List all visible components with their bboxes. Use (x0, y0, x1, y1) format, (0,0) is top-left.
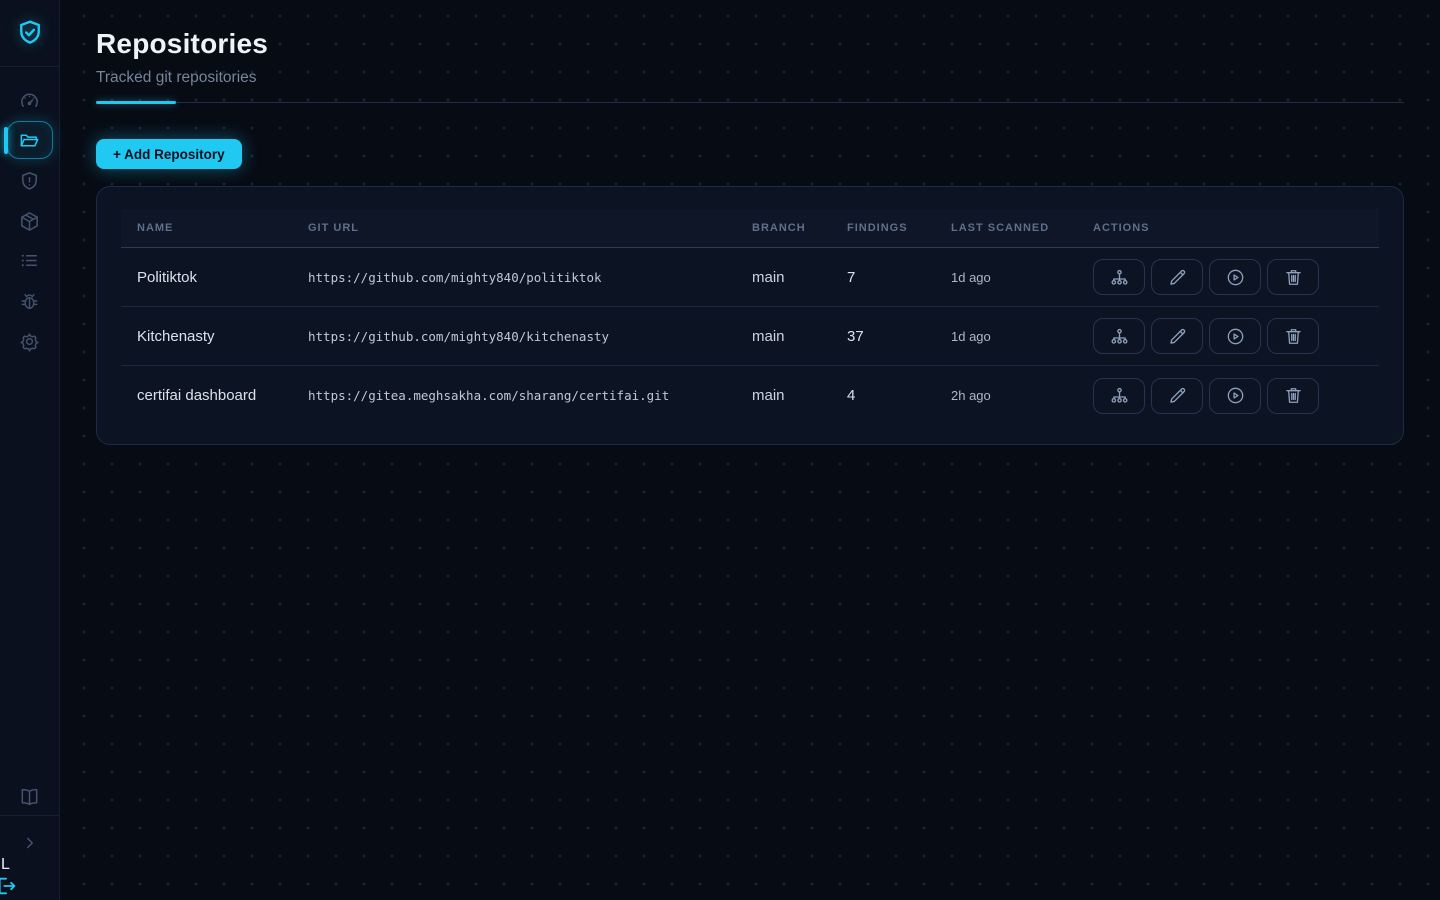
edit-icon (1167, 385, 1188, 406)
repo-findings: 7 (831, 269, 935, 286)
delete-repository-button[interactable] (1267, 378, 1319, 414)
sidebar-item-findings[interactable] (7, 241, 53, 279)
table-row: Politiktok https://github.com/mighty840/… (121, 248, 1379, 307)
run-scan-icon (1225, 326, 1246, 347)
main-content: Repositories Tracked git repositories + … (60, 0, 1440, 900)
run-scan-icon (1225, 385, 1246, 406)
column-header-actions: ACTIONS (1077, 222, 1379, 234)
title-divider-accent (96, 101, 176, 104)
repo-last-scanned: 2h ago (935, 388, 1077, 403)
run-scan-button[interactable] (1209, 378, 1261, 414)
book-icon (18, 786, 41, 809)
repo-branch: main (736, 328, 831, 345)
logout-button[interactable] (0, 874, 21, 898)
repo-name: certifai dashboard (121, 387, 292, 404)
sidebar-item-packages[interactable] (7, 202, 53, 240)
column-header-last-scanned: LAST SCANNED (935, 222, 1077, 234)
sidebar-item-settings[interactable] (7, 322, 53, 360)
edit-repository-button[interactable] (1151, 378, 1203, 414)
view-tree-button[interactable] (1093, 259, 1145, 295)
repo-findings: 4 (831, 387, 935, 404)
view-tree-button[interactable] (1093, 378, 1145, 414)
add-repository-button[interactable]: + Add Repository (96, 139, 242, 169)
run-scan-icon (1225, 267, 1246, 288)
gauge-icon (18, 90, 41, 113)
column-header-findings: FINDINGS (831, 222, 935, 234)
sidebar-item-dashboard[interactable] (7, 82, 53, 120)
table-row: Kitchenasty https://github.com/mighty840… (121, 307, 1379, 366)
view-tree-button[interactable] (1093, 318, 1145, 354)
sidebar-item-docs[interactable] (7, 778, 53, 816)
run-scan-button[interactable] (1209, 259, 1261, 295)
page-subtitle: Tracked git repositories (96, 69, 257, 87)
edit-icon (1167, 326, 1188, 347)
repo-git-url: https://github.com/mighty840/politiktok (292, 270, 736, 285)
sidebar-item-repositories[interactable] (7, 121, 53, 159)
sitemap-icon (1109, 385, 1130, 406)
sidebar-collapse-button[interactable] (7, 824, 53, 862)
repo-git-url: https://github.com/mighty840/kitchenasty (292, 329, 736, 344)
delete-icon (1283, 267, 1304, 288)
bug-icon (18, 290, 41, 313)
cube-icon (18, 210, 41, 233)
sidebar-footer-label: L (1, 856, 10, 874)
repo-last-scanned: 1d ago (935, 329, 1077, 344)
repo-actions (1077, 318, 1379, 354)
repo-actions (1077, 259, 1379, 295)
shield-alert-icon (18, 170, 41, 193)
sidebar-item-alerts[interactable] (7, 162, 53, 200)
edit-repository-button[interactable] (1151, 318, 1203, 354)
sidebar-footer-divider (0, 815, 59, 816)
repo-name: Kitchenasty (121, 328, 292, 345)
table-row: certifai dashboard https://gitea.meghsak… (121, 366, 1379, 425)
repo-name: Politiktok (121, 269, 292, 286)
title-divider (96, 101, 1404, 104)
sitemap-icon (1109, 267, 1130, 288)
delete-repository-button[interactable] (1267, 318, 1319, 354)
list-icon (18, 249, 41, 272)
repositories-card: NAME GIT URL BRANCH FINDINGS LAST SCANNE… (96, 186, 1404, 445)
column-header-git-url: GIT URL (292, 222, 736, 234)
edit-repository-button[interactable] (1151, 259, 1203, 295)
column-header-name: NAME (121, 222, 292, 234)
page-title: Repositories (96, 28, 268, 60)
repo-branch: main (736, 269, 831, 286)
delete-repository-button[interactable] (1267, 259, 1319, 295)
repo-table-body: Politiktok https://github.com/mighty840/… (121, 248, 1379, 425)
delete-icon (1283, 326, 1304, 347)
sidebar: L (0, 0, 60, 900)
folder-open-icon (18, 129, 41, 152)
sidebar-item-issues[interactable] (7, 282, 53, 320)
table-header-row: NAME GIT URL BRANCH FINDINGS LAST SCANNE… (121, 209, 1379, 248)
edit-icon (1167, 267, 1188, 288)
chevron-right-icon (21, 834, 39, 852)
column-header-branch: BRANCH (736, 222, 831, 234)
shield-check-icon (15, 18, 45, 48)
repo-last-scanned: 1d ago (935, 270, 1077, 285)
repo-actions (1077, 378, 1379, 414)
repo-git-url: https://gitea.meghsakha.com/sharang/cert… (292, 388, 736, 403)
sitemap-icon (1109, 326, 1130, 347)
logout-icon (0, 875, 21, 897)
gear-icon (18, 330, 41, 353)
repo-branch: main (736, 387, 831, 404)
app-logo[interactable] (0, 0, 59, 67)
delete-icon (1283, 385, 1304, 406)
repo-findings: 37 (831, 328, 935, 345)
run-scan-button[interactable] (1209, 318, 1261, 354)
